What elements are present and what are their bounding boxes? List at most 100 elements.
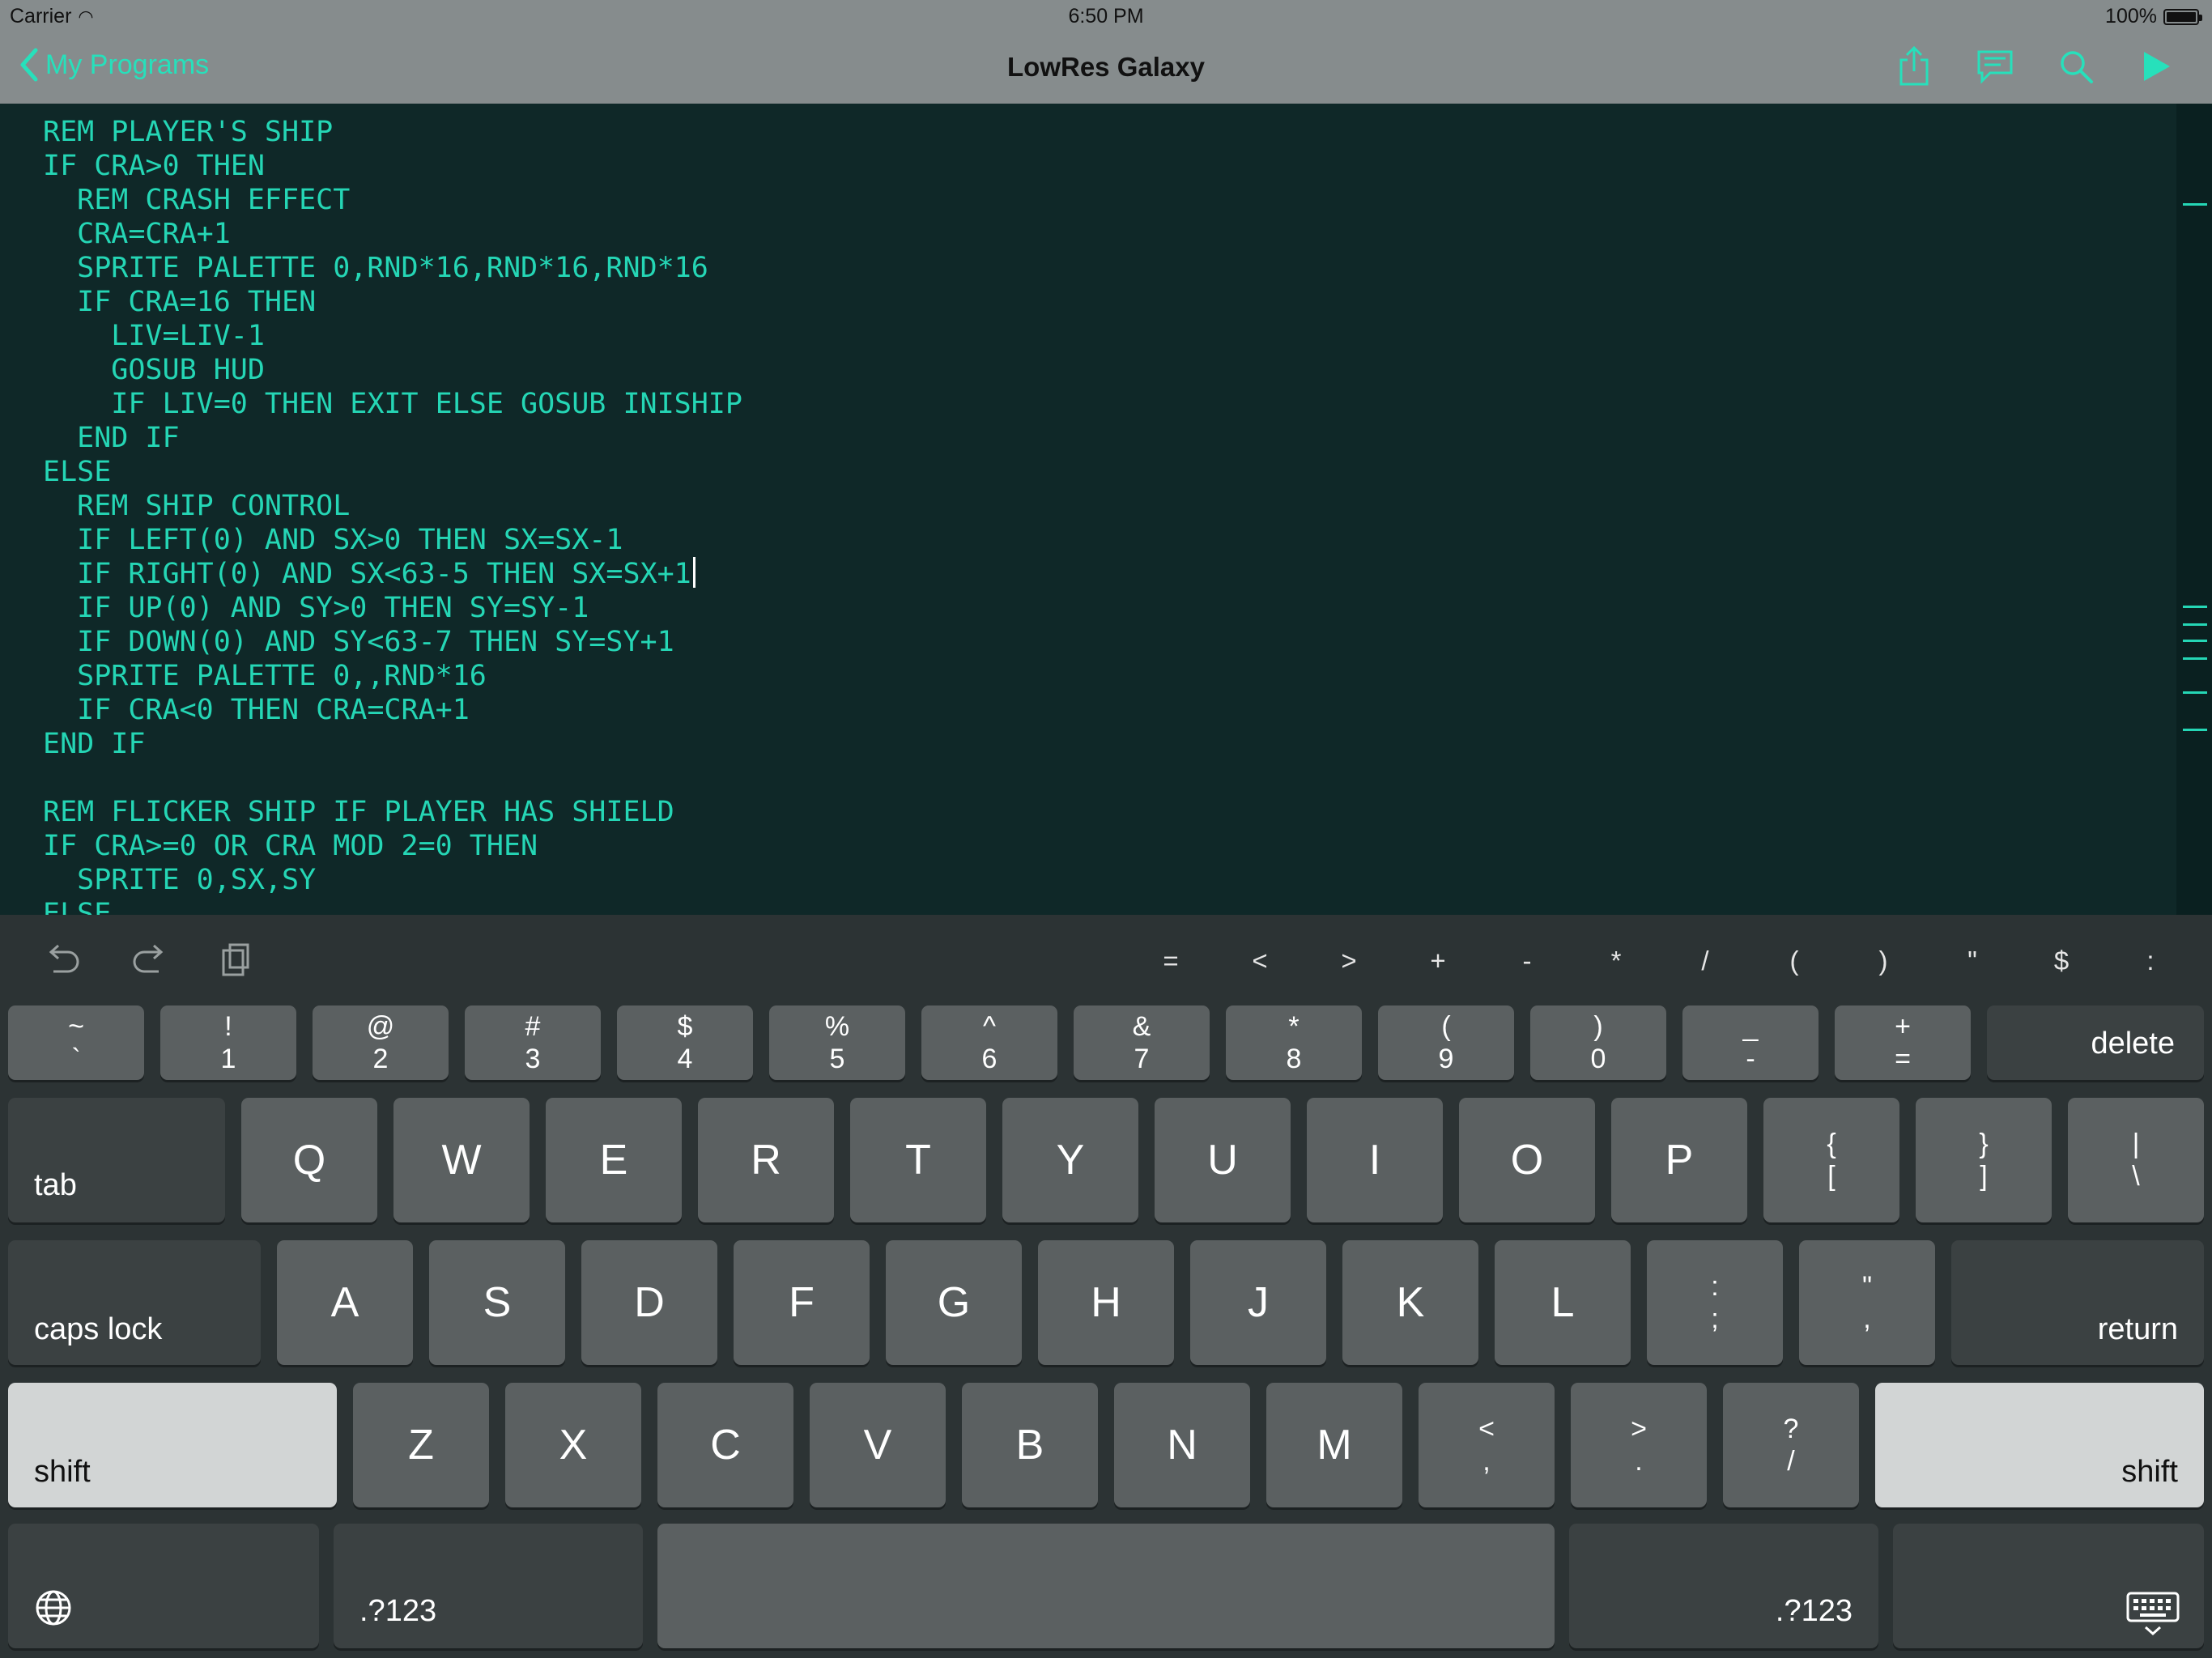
symbol-key[interactable]: = [1151, 946, 1191, 976]
number-key[interactable]: ) 0 [1530, 1005, 1666, 1080]
code-line[interactable]: IF CRA>=0 OR CRA MOD 2=0 THEN [43, 829, 742, 863]
letter-key[interactable]: I [1307, 1098, 1443, 1222]
code-line[interactable]: REM SHIP CONTROL [43, 489, 742, 523]
letter-key[interactable]: U [1155, 1098, 1291, 1222]
symbol-key[interactable]: ", [1799, 1240, 1935, 1365]
letter-key[interactable]: T [850, 1098, 986, 1222]
letter-key[interactable]: Q [241, 1098, 377, 1222]
number-key[interactable]: _ - [1682, 1005, 1819, 1080]
letter-key[interactable]: K [1342, 1240, 1478, 1365]
code-line[interactable]: REM FLICKER SHIP IF PLAYER HAS SHIELD [43, 795, 742, 829]
code-line[interactable]: ELSE [43, 455, 742, 489]
letter-key[interactable]: B [962, 1383, 1098, 1507]
number-key[interactable]: #3 [465, 1005, 601, 1080]
letter-key[interactable]: S [429, 1240, 565, 1365]
code-line[interactable] [43, 761, 742, 795]
numbers-key-right[interactable]: .?123 [1569, 1524, 1878, 1648]
letter-key[interactable]: X [505, 1383, 641, 1507]
keyboard-dismiss-key[interactable] [1893, 1524, 2204, 1648]
symbol-key[interactable]: < [1240, 946, 1280, 976]
code-line[interactable]: IF UP(0) AND SY>0 THEN SY=SY-1 [43, 591, 742, 625]
letter-key[interactable]: W [393, 1098, 530, 1222]
symbol-key[interactable]: + [1418, 946, 1458, 976]
letter-key[interactable]: Z [353, 1383, 489, 1507]
letter-key[interactable]: H [1038, 1240, 1174, 1365]
code-text[interactable]: REM PLAYER'S SHIP IF CRA>0 THEN REM CRASH… [43, 115, 742, 915]
number-key[interactable]: ^ 6 [921, 1005, 1057, 1080]
number-key[interactable]: (9 [1378, 1005, 1514, 1080]
letter-key[interactable]: J [1190, 1240, 1326, 1365]
shift-key-right[interactable]: shift [1875, 1383, 2204, 1507]
comment-icon[interactable] [1972, 44, 2018, 89]
letter-key[interactable]: N [1114, 1383, 1250, 1507]
return-key[interactable]: return [1951, 1240, 2204, 1365]
code-line[interactable]: SPRITE PALETTE 0,RND*16,RND*16,RND*16 [43, 251, 742, 285]
delete-key[interactable]: delete [1987, 1005, 2204, 1080]
editor-scroll-markers[interactable] [2176, 104, 2212, 915]
code-line[interactable]: END IF [43, 727, 742, 761]
share-icon[interactable] [1891, 44, 1937, 89]
code-line[interactable]: SPRITE PALETTE 0,,RND*16 [43, 659, 742, 693]
paste-icon[interactable] [219, 942, 257, 978]
number-key[interactable]: % 5 [769, 1005, 905, 1080]
code-line[interactable]: IF CRA<0 THEN CRA=CRA+1 [43, 693, 742, 727]
letter-key[interactable]: M [1266, 1383, 1402, 1507]
letter-key[interactable]: P [1611, 1098, 1747, 1222]
symbol-key[interactable]: ? / [1723, 1383, 1859, 1507]
run-icon[interactable] [2134, 44, 2180, 89]
code-line[interactable]: IF CRA>0 THEN [43, 149, 742, 183]
code-line[interactable]: IF CRA=16 THEN [43, 285, 742, 319]
symbol-key[interactable]: > [1329, 946, 1369, 976]
letter-key[interactable]: O [1459, 1098, 1595, 1222]
redo-icon[interactable] [130, 942, 168, 978]
letter-key[interactable]: L [1495, 1240, 1631, 1365]
number-key[interactable]: ! 1 [160, 1005, 296, 1080]
letter-key[interactable]: F [734, 1240, 870, 1365]
letter-key[interactable]: V [810, 1383, 946, 1507]
symbol-key[interactable]: ) [1863, 946, 1904, 976]
code-line[interactable]: REM PLAYER'S SHIP [43, 115, 742, 149]
number-key[interactable]: $4 [617, 1005, 753, 1080]
symbol-key[interactable]: * [1596, 946, 1636, 976]
number-key[interactable]: & 7 [1074, 1005, 1210, 1080]
code-line[interactable]: CRA=CRA+1 [43, 217, 742, 251]
symbol-key[interactable]: $ [2041, 946, 2082, 976]
code-line[interactable]: IF LEFT(0) AND SX>0 THEN SX=SX-1 [43, 523, 742, 557]
symbol-key[interactable]: :; [1647, 1240, 1783, 1365]
symbol-key[interactable]: | \ [2068, 1098, 2204, 1222]
symbol-key[interactable]: >. [1571, 1383, 1707, 1507]
code-line[interactable]: IF LIV=0 THEN EXIT ELSE GOSUB INISHIP [43, 387, 742, 421]
letter-key[interactable]: R [698, 1098, 834, 1222]
number-key[interactable]: @2 [313, 1005, 449, 1080]
undo-icon[interactable] [44, 942, 83, 978]
shift-key-left[interactable]: shift [8, 1383, 337, 1507]
symbol-key[interactable]: / [1685, 946, 1725, 976]
code-line[interactable]: GOSUB HUD [43, 353, 742, 387]
search-icon[interactable] [2053, 44, 2099, 89]
number-key[interactable]: + = [1835, 1005, 1971, 1080]
symbol-key[interactable]: : [2130, 946, 2171, 976]
code-line[interactable]: REM CRASH EFFECT [43, 183, 742, 217]
tab-key[interactable]: tab [8, 1098, 225, 1222]
symbol-key[interactable]: <, [1419, 1383, 1555, 1507]
numbers-key-left[interactable]: .?123 [334, 1524, 643, 1648]
number-key[interactable]: ~ ` [8, 1005, 144, 1080]
code-line[interactable]: END IF [43, 421, 742, 455]
code-line[interactable]: SPRITE 0,SX,SY [43, 863, 742, 897]
code-line[interactable]: IF RIGHT(0) AND SX<63-5 THEN SX=SX+1 [43, 557, 742, 591]
letter-key[interactable]: G [886, 1240, 1022, 1365]
globe-key[interactable] [8, 1524, 319, 1648]
letter-key[interactable]: Y [1002, 1098, 1138, 1222]
letter-key[interactable]: C [657, 1383, 793, 1507]
code-line[interactable]: ELSE [43, 897, 742, 915]
symbol-key[interactable]: }] [1916, 1098, 2052, 1222]
letter-key[interactable]: D [581, 1240, 717, 1365]
caps-lock-key[interactable]: caps lock [8, 1240, 261, 1365]
space-bar[interactable] [657, 1524, 1555, 1648]
number-key[interactable]: * 8 [1226, 1005, 1362, 1080]
symbol-key[interactable]: {[ [1763, 1098, 1899, 1222]
symbol-key[interactable]: ( [1774, 946, 1814, 976]
code-line[interactable]: LIV=LIV-1 [43, 319, 742, 353]
code-line[interactable]: IF DOWN(0) AND SY<63-7 THEN SY=SY+1 [43, 625, 742, 659]
code-editor[interactable]: REM PLAYER'S SHIP IF CRA>0 THEN REM CRASH… [0, 104, 2212, 915]
